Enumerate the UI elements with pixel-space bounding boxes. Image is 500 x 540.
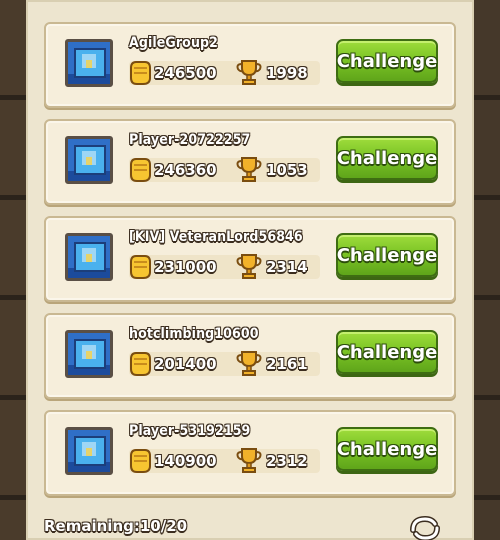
player-name: AgileGroup2 xyxy=(129,35,218,51)
trophy-icon xyxy=(236,448,262,473)
avatar xyxy=(65,136,113,184)
challenge-button[interactable]: Challenge xyxy=(336,136,438,180)
backdrop-left xyxy=(0,0,26,540)
player-name: Player-53192159 xyxy=(129,423,251,439)
gold-value: 201400 xyxy=(154,355,217,373)
remaining-count: Remaining:10/20 xyxy=(44,517,188,535)
trophy-value: 2312 xyxy=(266,452,308,470)
challenge-button[interactable]: Challenge xyxy=(336,39,438,83)
avatar xyxy=(65,39,113,87)
avatar xyxy=(65,233,113,281)
opponent-row: hotclimbing10600 201400 2161 Challenge xyxy=(44,313,456,399)
challenge-button[interactable]: Challenge xyxy=(336,330,438,374)
challenge-button[interactable]: Challenge xyxy=(336,427,438,471)
gold-value: 231000 xyxy=(154,258,217,276)
player-name: Player-20722257 xyxy=(129,132,251,148)
trophy-icon xyxy=(236,254,262,279)
player-name: hotclimbing10600 xyxy=(129,326,259,342)
trophy-value: 1053 xyxy=(266,161,308,179)
avatar xyxy=(65,427,113,475)
gold-value: 246360 xyxy=(154,161,217,179)
stats-box: 140900 2312 xyxy=(129,448,320,473)
gold-fist-icon xyxy=(130,158,151,182)
opponent-row: Player-20722257 246360 1053 Challenge xyxy=(44,119,456,205)
trophy-icon xyxy=(236,157,262,182)
opponent-list-panel: AgileGroup2 246500 1998 Challenge Player… xyxy=(26,0,474,540)
gold-value: 140900 xyxy=(154,452,217,470)
stats-box: 201400 2161 xyxy=(129,351,320,376)
opponent-row: Player-53192159 140900 2312 Challenge xyxy=(44,410,456,496)
gold-value: 246500 xyxy=(154,64,217,82)
trophy-value: 1998 xyxy=(266,64,308,82)
opponent-row: [KIV] VeteranLord56846 231000 2314 Chall… xyxy=(44,216,456,302)
gold-fist-icon xyxy=(130,61,151,85)
gold-fist-icon xyxy=(130,449,151,473)
stats-box: 246500 1998 xyxy=(129,60,320,85)
stats-box: 246360 1053 xyxy=(129,157,320,182)
backdrop-right xyxy=(474,0,500,540)
trophy-icon xyxy=(236,351,262,376)
challenge-button[interactable]: Challenge xyxy=(336,233,438,277)
player-name: [KIV] VeteranLord56846 xyxy=(129,229,303,245)
trophy-icon xyxy=(236,60,262,85)
opponent-row: AgileGroup2 246500 1998 Challenge xyxy=(44,22,456,108)
refresh-icon[interactable] xyxy=(408,514,442,540)
trophy-value: 2161 xyxy=(266,355,308,373)
avatar xyxy=(65,330,113,378)
trophy-value: 2314 xyxy=(266,258,308,276)
stats-box: 231000 2314 xyxy=(129,254,320,279)
gold-fist-icon xyxy=(130,352,151,376)
gold-fist-icon xyxy=(130,255,151,279)
